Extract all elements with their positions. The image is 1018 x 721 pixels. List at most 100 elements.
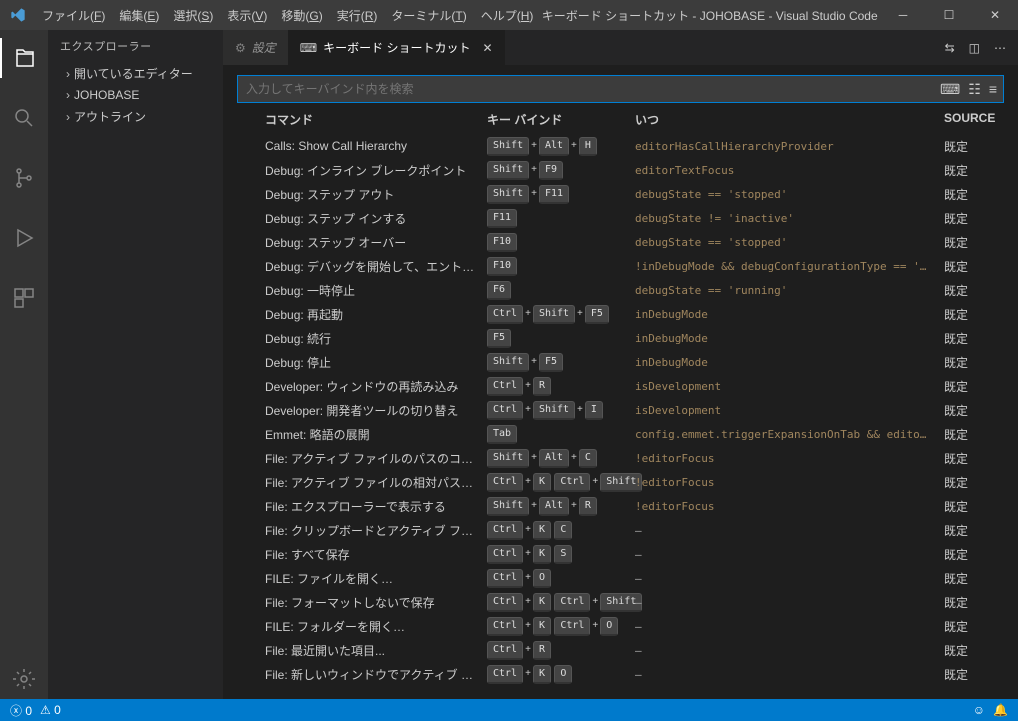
- search-input[interactable]: [246, 82, 940, 96]
- source-cell: 既定: [944, 474, 1004, 491]
- when-cell: inDebugMode: [635, 308, 944, 321]
- key-cap: C: [579, 449, 597, 468]
- table-row[interactable]: Debug: 再起動Ctrl+Shift+F5inDebugMode既定: [237, 302, 1004, 326]
- keybinding-search[interactable]: ⌨ ☷ ≡: [237, 75, 1004, 103]
- window-title: キーボード ショートカット - JOHOBASE - Visual Studio…: [539, 7, 880, 24]
- tab-keyboard-shortcuts[interactable]: ⌨ キーボード ショートカット ✕: [288, 30, 505, 65]
- maximize-button[interactable]: ☐: [926, 0, 972, 30]
- key-cap: Ctrl: [487, 401, 523, 420]
- table-row[interactable]: Debug: インライン ブレークポイントShift+F9editorTextF…: [237, 158, 1004, 182]
- explorer-icon[interactable]: [0, 38, 48, 78]
- tab-settings[interactable]: ⚙ 設定: [223, 30, 288, 65]
- keybinding-cell: Shift+Alt+H: [487, 137, 635, 156]
- command-cell: File: アクティブ ファイルのパスのコピー: [265, 450, 487, 467]
- sort-precedence-icon[interactable]: ☷: [968, 81, 981, 98]
- table-row[interactable]: File: クリップボードとアクティブ ファイルを...Ctrl+K C—既定: [237, 518, 1004, 542]
- menu-item[interactable]: 編集(E): [113, 7, 165, 24]
- toggle-list-icon[interactable]: ≡: [989, 81, 997, 98]
- table-row[interactable]: File: すべて保存Ctrl+K S—既定: [237, 542, 1004, 566]
- key-cap: K: [533, 545, 551, 564]
- menu-item[interactable]: 表示(V): [221, 7, 273, 24]
- keybinding-table: Calls: Show Call HierarchyShift+Alt+Hedi…: [237, 134, 1004, 699]
- feedback-icon[interactable]: ☺: [973, 703, 985, 717]
- record-keys-icon[interactable]: ⌨: [940, 81, 960, 98]
- source-cell: 既定: [944, 570, 1004, 587]
- keybinding-cell: F10: [487, 257, 635, 276]
- more-actions-icon[interactable]: ⋯: [994, 41, 1006, 55]
- command-cell: Calls: Show Call Hierarchy: [265, 139, 487, 153]
- menu-item[interactable]: ヘルプ(H): [475, 7, 540, 24]
- warnings-indicator[interactable]: ⚠ 0: [40, 703, 61, 717]
- errors-indicator[interactable]: ⓧ 0: [10, 702, 32, 719]
- keybinding-cell: Ctrl+K S: [487, 545, 635, 564]
- key-cap: Shift: [487, 449, 529, 468]
- keybinding-cell: F10: [487, 233, 635, 252]
- command-cell: Debug: 続行: [265, 330, 487, 347]
- sidebar-item[interactable]: 開いているエディター: [48, 62, 223, 85]
- menu-item[interactable]: 選択(S): [167, 7, 219, 24]
- key-cap: H: [579, 137, 597, 156]
- extensions-icon[interactable]: [0, 278, 48, 318]
- keybinding-cell: Ctrl+Shift+F5: [487, 305, 635, 324]
- split-editor-icon[interactable]: ◫: [969, 41, 980, 55]
- source-cell: 既定: [944, 426, 1004, 443]
- tab-bar: ⚙ 設定 ⌨ キーボード ショートカット ✕ ⇆ ◫ ⋯: [223, 30, 1018, 65]
- key-cap: F9: [539, 161, 563, 180]
- table-row[interactable]: FILE: フォルダーを開く…Ctrl+K Ctrl+O—既定: [237, 614, 1004, 638]
- key-cap: Shift: [533, 401, 575, 420]
- table-row[interactable]: File: アクティブ ファイルのパスのコピーShift+Alt+C!edito…: [237, 446, 1004, 470]
- close-tab-icon[interactable]: ✕: [482, 41, 492, 55]
- key-cap: Ctrl: [487, 545, 523, 564]
- settings-gear-icon[interactable]: [0, 659, 48, 699]
- sidebar-item[interactable]: アウトライン: [48, 105, 223, 128]
- bell-icon[interactable]: 🔔: [993, 703, 1008, 717]
- key-cap: R: [579, 497, 597, 516]
- keybinding-cell: Ctrl+K O: [487, 665, 635, 684]
- table-row[interactable]: Debug: 続行F5inDebugMode既定: [237, 326, 1004, 350]
- menu-item[interactable]: 実行(R): [331, 7, 384, 24]
- key-cap: Alt: [539, 449, 569, 468]
- keybinding-cell: F11: [487, 209, 635, 228]
- table-row[interactable]: File: 最近開いた項目...Ctrl+R—既定: [237, 638, 1004, 662]
- table-row[interactable]: File: 新しいウィンドウでアクティブ ファイル...Ctrl+K O—既定: [237, 662, 1004, 686]
- table-row[interactable]: Emmet: 略語の展開Tabconfig.emmet.triggerExpan…: [237, 422, 1004, 446]
- close-button[interactable]: ✕: [972, 0, 1018, 30]
- table-row[interactable]: Debug: ステップ アウトShift+F11debugState == 's…: [237, 182, 1004, 206]
- keybinding-cell: Tab: [487, 425, 635, 444]
- minimize-button[interactable]: ─: [880, 0, 926, 30]
- table-row[interactable]: Debug: 停止Shift+F5inDebugMode既定: [237, 350, 1004, 374]
- table-row[interactable]: Debug: デバッグを開始して、エントリで...F10!inDebugMode…: [237, 254, 1004, 278]
- search-icon[interactable]: [0, 98, 48, 138]
- key-cap: R: [533, 641, 551, 660]
- open-json-icon[interactable]: ⇆: [945, 41, 955, 55]
- table-row[interactable]: File: エクスプローラーで表示するShift+Alt+R!editorFoc…: [237, 494, 1004, 518]
- table-row[interactable]: FILE: ファイルを開く…Ctrl+O—既定: [237, 566, 1004, 590]
- table-row[interactable]: Debug: ステップ インするF11debugState != 'inacti…: [237, 206, 1004, 230]
- sidebar-item[interactable]: JOHOBASE: [48, 85, 223, 105]
- key-cap: Alt: [539, 137, 569, 156]
- table-row[interactable]: Calls: Show Call HierarchyShift+Alt+Hedi…: [237, 134, 1004, 158]
- menu-item[interactable]: 移動(G): [275, 7, 328, 24]
- key-cap: Tab: [487, 425, 517, 444]
- table-row[interactable]: Debug: ステップ オーバーF10debugState == 'stoppe…: [237, 230, 1004, 254]
- table-row[interactable]: Debug: 一時停止F6debugState == 'running'既定: [237, 278, 1004, 302]
- menu-item[interactable]: ターミナル(T): [385, 7, 472, 24]
- menu-item[interactable]: ファイル(F): [36, 7, 111, 24]
- table-row[interactable]: File: アクティブ ファイルの相対パスをコピーCtrl+K Ctrl+Shi…: [237, 470, 1004, 494]
- run-debug-icon[interactable]: [0, 218, 48, 258]
- settings-tab-icon: ⚙: [235, 41, 246, 55]
- source-cell: 既定: [944, 210, 1004, 227]
- when-cell: —: [635, 620, 944, 633]
- when-cell: isDevelopment: [635, 380, 944, 393]
- table-row[interactable]: Developer: 開発者ツールの切り替えCtrl+Shift+IisDeve…: [237, 398, 1004, 422]
- table-row[interactable]: File: フォーマットしないで保存Ctrl+K Ctrl+Shift—既定: [237, 590, 1004, 614]
- command-cell: File: エクスプローラーで表示する: [265, 498, 487, 515]
- key-cap: Shift: [487, 497, 529, 516]
- command-cell: File: 新しいウィンドウでアクティブ ファイル...: [265, 666, 487, 683]
- table-row[interactable]: Developer: ウィンドウの再読み込みCtrl+RisDevelopmen…: [237, 374, 1004, 398]
- source-control-icon[interactable]: [0, 158, 48, 198]
- key-cap: O: [600, 617, 618, 636]
- source-cell: 既定: [944, 186, 1004, 203]
- command-cell: Developer: ウィンドウの再読み込み: [265, 378, 487, 395]
- table-header: コマンド キー バインド いつ SOURCE: [237, 103, 1004, 134]
